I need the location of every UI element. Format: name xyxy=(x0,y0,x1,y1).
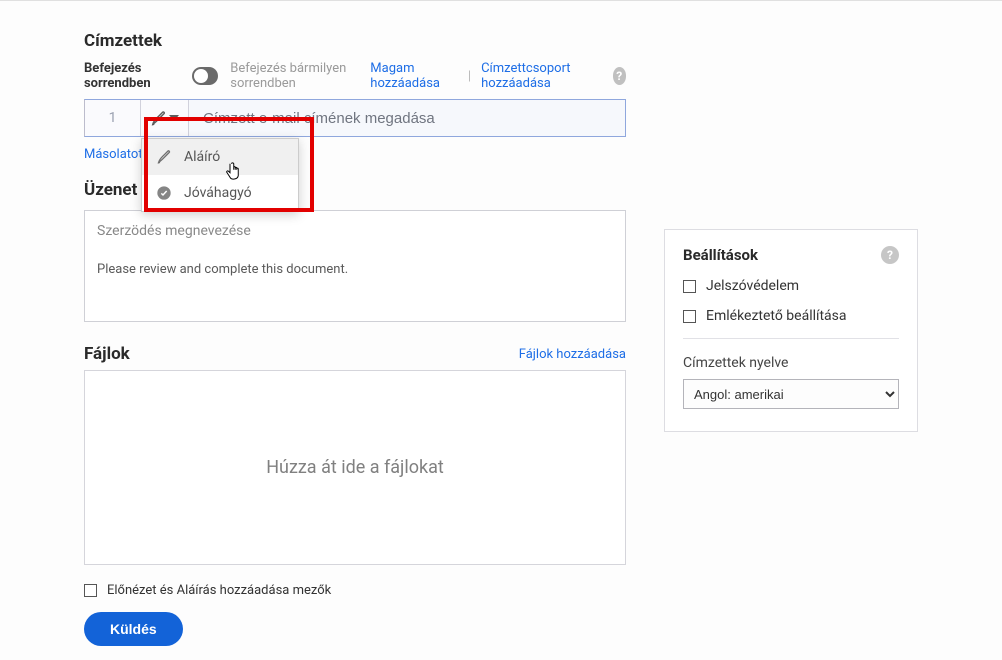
reminder-label: Emlékeztető beállítása xyxy=(706,308,847,324)
help-icon[interactable]: ? xyxy=(613,67,626,85)
preview-checkbox[interactable] xyxy=(84,584,97,597)
add-recipient-group-link[interactable]: Címzettcsoport hozzáadása xyxy=(481,61,602,91)
settings-title: Beállítások xyxy=(683,246,758,264)
files-dropzone[interactable]: Húzza át ide a fájlokat xyxy=(84,370,626,565)
complete-in-order-label: Befejezés sorrendben xyxy=(84,61,180,91)
recipient-role-selector[interactable]: Aláíró Jóváhagyó xyxy=(141,100,189,136)
recipient-language-select[interactable]: Angol: amerikai xyxy=(683,379,899,409)
send-button[interactable]: Küldés xyxy=(84,612,183,646)
preview-checkbox-label: Előnézet és Aláírás hozzáadása mezők xyxy=(107,583,331,598)
toggle-knob xyxy=(194,69,208,83)
recipient-language-label: Címzettek nyelve xyxy=(683,355,899,371)
message-body-textarea[interactable]: Please review and complete this document… xyxy=(84,250,626,322)
help-icon[interactable]: ? xyxy=(881,246,899,264)
files-title: Fájlok xyxy=(84,344,130,364)
role-option-approver[interactable]: Jóváhagyó xyxy=(142,175,298,211)
link-separator: | xyxy=(468,69,471,84)
role-option-signer[interactable]: Aláíró xyxy=(142,139,298,175)
settings-panel: Beállítások ? Jelszóvédelem Emlékeztető … xyxy=(664,229,918,432)
role-dropdown: Aláíró Jóváhagyó xyxy=(141,138,299,212)
order-toggle[interactable] xyxy=(192,67,218,85)
dropzone-text: Húzza át ide a fájlokat xyxy=(266,457,444,478)
password-protect-label: Jelszóvédelem xyxy=(706,278,799,294)
recipient-index: 1 xyxy=(85,100,141,136)
password-protect-checkbox[interactable] xyxy=(683,280,696,293)
pen-icon xyxy=(150,110,167,127)
recipient-row: 1 xyxy=(84,99,626,137)
agreement-name-input[interactable] xyxy=(84,210,626,250)
complete-any-order-label: Befejezés bármilyen sorrendben xyxy=(230,61,370,91)
role-option-signer-label: Aláíró xyxy=(184,149,220,165)
recipients-title: Címzettek xyxy=(84,31,626,51)
add-files-link[interactable]: Fájlok hozzáadása xyxy=(519,347,626,362)
check-circle-icon xyxy=(156,185,172,201)
divider xyxy=(683,338,899,339)
reminder-checkbox[interactable] xyxy=(683,310,696,323)
pen-icon xyxy=(156,149,172,165)
role-option-approver-label: Jóváhagyó xyxy=(184,185,252,201)
chevron-down-icon xyxy=(169,115,179,121)
add-me-link[interactable]: Magam hozzáadása xyxy=(370,61,458,91)
recipient-email-input[interactable] xyxy=(189,100,625,136)
